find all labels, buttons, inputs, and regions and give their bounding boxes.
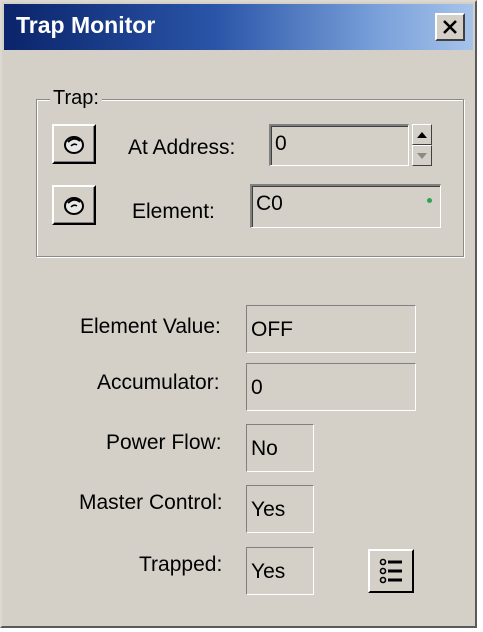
element-value-field: OFF	[246, 305, 416, 353]
trap-group-label: Trap:	[50, 87, 102, 110]
close-button[interactable]	[435, 13, 465, 41]
details-list-button[interactable]	[368, 549, 414, 593]
master-control-label: Master Control:	[79, 491, 223, 514]
address-label: At Address:	[128, 136, 236, 159]
trapped-label: Trapped:	[139, 553, 223, 576]
list-icon	[379, 558, 402, 584]
element-label: Element:	[132, 200, 215, 223]
address-spinner[interactable]	[412, 124, 432, 166]
trap-groupbox	[36, 99, 464, 257]
element-pick-button[interactable]	[52, 185, 96, 225]
master-control-field: Yes	[246, 485, 314, 533]
window-title: Trap Monitor	[16, 12, 156, 38]
address-input[interactable]: 0	[269, 124, 409, 166]
accumulator-field: 0	[246, 363, 416, 411]
close-icon	[443, 20, 457, 34]
element-input[interactable]: C0	[250, 184, 441, 228]
spin-down-button[interactable]	[412, 145, 432, 166]
trapped-field: Yes	[246, 547, 314, 595]
triangle-down-icon	[417, 152, 427, 159]
status-indicator-dot	[427, 198, 432, 203]
title-bar[interactable]: Trap Monitor	[4, 4, 473, 50]
accumulator-label: Accumulator:	[97, 371, 220, 394]
trap-monitor-window: Trap Monitor Trap: At Address: 0 Element…	[0, 0, 477, 628]
spin-up-button[interactable]	[412, 124, 432, 145]
address-pick-button[interactable]	[52, 124, 96, 164]
triangle-up-icon	[417, 131, 427, 138]
pick-icon	[64, 136, 84, 154]
power-flow-label: Power Flow:	[106, 431, 222, 454]
element-value-label: Element Value:	[80, 315, 221, 338]
power-flow-field: No	[246, 424, 314, 472]
pick-icon	[64, 197, 84, 215]
